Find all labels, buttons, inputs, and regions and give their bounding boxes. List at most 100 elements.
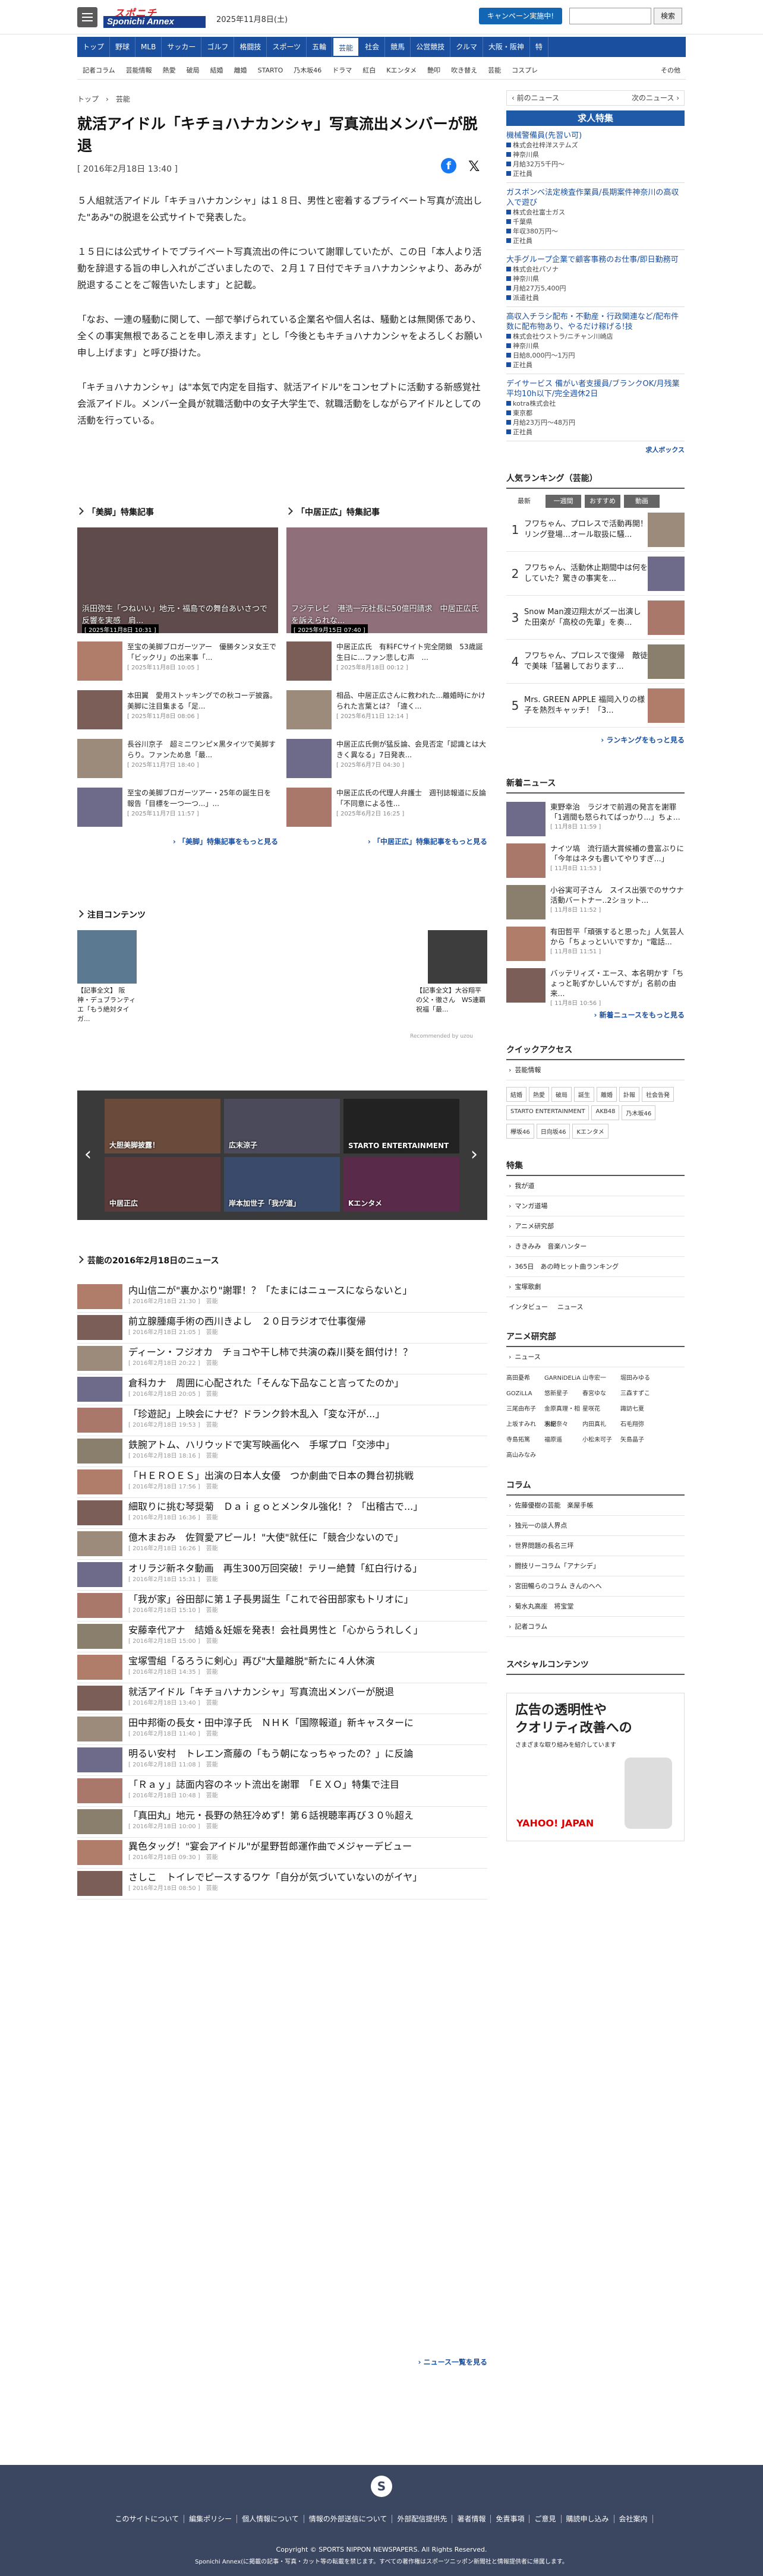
job-item[interactable]: デイサービス 備がい者支援員/ブランクOK/月残業平均10h以下/完全週休2日 k… <box>506 374 685 441</box>
daynews-item[interactable]: 前立腺腫瘍手術の西川きよし ２０日ラジオで仕事復帰 [ 2016年2月18日 21… <box>77 1313 487 1344</box>
footer-link[interactable]: 免責事項 <box>491 2515 530 2523</box>
banner-tile[interactable]: Kエンタメ <box>343 1157 459 1212</box>
snav-item[interactable]: 記者コラム <box>77 62 121 79</box>
ranking-tab[interactable]: 最新 <box>506 495 542 508</box>
ranking-item[interactable]: 3 Snow Man渡辺翔太がズー出演した田楽が「高校の先輩」を奏... <box>506 596 685 640</box>
snav-item[interactable]: 乃木坂46 <box>288 62 327 79</box>
anime-name[interactable]: 諏訪七夏 <box>620 1402 658 1417</box>
newnews-item[interactable]: 東野幸治 ラジオで前週の発言を謝罪「1週間も怒られてばっかり...」ちょ... [… <box>506 798 685 840</box>
daynews-item[interactable]: 就活アイドル「キチョハナカンシャ」写真流出メンバーが脱退 [ 2016年2月18日… <box>77 1683 487 1714</box>
search-input[interactable] <box>569 8 651 24</box>
x-share-icon[interactable]: 𝕏 <box>468 158 480 175</box>
footer-link[interactable]: このサイトについて <box>110 2515 185 2523</box>
featB-more-link[interactable]: › 「中居正広」特集記事をもっと見る <box>286 836 487 846</box>
anime-name[interactable]: 上坂すみれ <box>506 1417 544 1433</box>
anime-name[interactable]: 悠新星子 <box>544 1386 582 1402</box>
special-item[interactable]: 365日 あの時ヒット曲ランキング <box>506 1257 685 1277</box>
newnews-item[interactable]: 小谷実可子さん スイス出張でのサウナ活動バートナー..2ショット... [ 11月… <box>506 881 685 923</box>
daynews-item[interactable]: 「珍遊記」上映会にナゼ？ドランク鈴木乱入「変な汗が...」 [ 2016年2月18… <box>77 1405 487 1436</box>
banner-tile[interactable]: STARTO ENTERTAINMENT <box>343 1099 459 1153</box>
special-item[interactable]: ききみみ 音楽ハンター <box>506 1237 685 1257</box>
daynews-item[interactable]: 「我が家」谷田部に第１子長男誕生「これで谷田部家もトリオに」 [ 2016年2月1… <box>77 1591 487 1622</box>
snav-item[interactable]: STARTO <box>253 62 289 79</box>
anime-name[interactable]: 小松未可子 <box>582 1433 620 1448</box>
quickaccess-tag[interactable]: 乃木坂46 <box>622 1105 656 1120</box>
anime-name[interactable]: 春宮ゆな <box>582 1386 620 1402</box>
special-item[interactable]: アニメ研究部 <box>506 1216 685 1237</box>
anime-news[interactable]: ニュース <box>506 1347 685 1367</box>
featB-item[interactable]: 相品、中居正広さんに救われた...離婚時にかけられた言葉とは？「違く... [ 2… <box>286 690 487 731</box>
daynews-item[interactable]: 明るい安村 トレエン斎藤の「もう朝になっちゃったの？」に反論 [ 2016年2月1… <box>77 1745 487 1776</box>
daynews-item[interactable]: 細取りに挑む琴奨菊 Ｄａｉｇｏとメンタル強化！？「出稽古で...」 [ 2016年… <box>77 1498 487 1529</box>
featB-item[interactable]: 中居正広氏の代理人弁護士 週刊誌報道に反論「不同意による性... [ 2025年6… <box>286 788 487 828</box>
anime-name[interactable]: 堀田みゆる <box>620 1371 658 1386</box>
daynews-item[interactable]: 「ＨＥＲＯＥＳ」出演の日本人女優 つか劇曲で日本の舞台初挑戦 [ 2016年2月1… <box>77 1467 487 1498</box>
snav-item[interactable]: 熱愛 <box>157 62 181 79</box>
snav-item[interactable]: 芸能 <box>483 62 506 79</box>
anime-name[interactable]: 石毛翔弥 <box>620 1417 658 1433</box>
daynews-item[interactable]: 億木まおみ 佐賀愛アピール！"大使"就任に「競合少ないので」 [ 2016年2月1… <box>77 1529 487 1560</box>
gnav-item[interactable]: 特 <box>530 37 548 57</box>
snav-item[interactable]: 吹き替え <box>446 62 483 79</box>
attention-right[interactable]: 【記事全文】大谷翔平の父・徹さん WS連覇祝福「最... <box>410 930 487 1014</box>
quickaccess-tag[interactable]: Kエンタメ <box>572 1124 608 1139</box>
daynews-item[interactable]: 宝塚雪組「るろうに剣心」再び"大量離脱"新たに４人休演 [ 2016年2月18日 … <box>77 1652 487 1683</box>
ranking-item[interactable]: 5 Mrs. GREEN APPLE 福岡入りの様子を熱烈キャッチ！「3... <box>506 684 685 728</box>
featB-item[interactable]: 中居正広氏側が猛反論、会見否定「認識とは大きく異なる」7日発表... [ 2025… <box>286 739 487 779</box>
daynews-item[interactable]: 「Ｒａｙ」誌面内容のネット流出を謝罪 「ＥＸＯ」特集で注目 [ 2016年2月18… <box>77 1776 487 1807</box>
snav-item[interactable]: 紅白 <box>357 62 381 79</box>
ranking-more-link[interactable]: › ランキングをもっと見る <box>506 735 685 745</box>
banner-prev-icon[interactable]: ‹ <box>84 1144 92 1165</box>
gnav-item[interactable]: 大阪・阪神 <box>483 37 530 57</box>
quickaccess-geinou[interactable]: 芸能情報 <box>506 1060 685 1080</box>
daynews-item[interactable]: 異色タッグ！"宴会アイドル"が星野哲郎運作曲でメジャーデビュー [ 2016年2月… <box>77 1838 487 1869</box>
daynews-item[interactable]: 内山信二が"裏かぶり"謝罪！？「たまにはニュースにならないと」 [ 2016年2月… <box>77 1282 487 1313</box>
anime-name[interactable]: 寺島拓篤 <box>506 1433 544 1448</box>
quickaccess-tag[interactable]: 誕生 <box>574 1087 594 1102</box>
gnav-item[interactable]: 五輪 <box>307 37 333 57</box>
prev-news-link[interactable]: ‹ 前のニュース <box>512 91 559 105</box>
featA-item[interactable]: 至宝の美脚ブロガーツアー・25年の誕生日を報告「目標を一つ一つ...」... [ … <box>77 788 278 828</box>
special-item[interactable]: マンガ道場 <box>506 1196 685 1216</box>
next-news-link[interactable]: 次のニュース › <box>632 91 679 105</box>
anime-name[interactable]: 水樹奈々 <box>544 1417 582 1433</box>
footer-link[interactable]: 購読申し込み <box>561 2515 614 2523</box>
gnav-item[interactable]: クルマ <box>450 37 483 57</box>
snav-more[interactable]: その他 <box>655 62 686 79</box>
column-item[interactable]: 独元一の談人界点 <box>506 1516 685 1536</box>
special-item[interactable]: 我が道 <box>506 1176 685 1196</box>
daynews-item[interactable]: オリラジ新ネタ動画 再生300万回突破！テリー絶賛「紅白行ける」 [ 2016年2… <box>77 1560 487 1591</box>
gnav-item[interactable]: サッカー <box>162 37 202 57</box>
featA-item[interactable]: 至宝の美脚ブロガーツアー 優勝タンヌ女王で「ビックリ」の出来事「... [ 202… <box>77 641 278 682</box>
special-link[interactable]: インタビュー <box>509 1302 548 1311</box>
newnews-more-link[interactable]: › 新着ニュースをもっと見る <box>506 1010 685 1020</box>
newnews-item[interactable]: バッテリィズ・エース、本名明かす「ちょっと恥ずかしいんですが」名前の由来... [… <box>506 965 685 1007</box>
snav-item[interactable]: コスプレ <box>506 62 543 79</box>
anime-name[interactable]: 三森すずこ <box>620 1386 658 1402</box>
ranking-item[interactable]: 1 フワちゃん、プロレスで活動再開！リング登場…オール取扱に騒... <box>506 508 685 552</box>
ranking-item[interactable]: 4 フワちゃん、プロレスで復帰 敵徒で美味「猛暑しております... <box>506 640 685 684</box>
special-item[interactable]: 宝塚歌劇 <box>506 1277 685 1297</box>
snav-item[interactable]: 結婚 <box>205 62 229 79</box>
quickaccess-tag[interactable]: 社会告発 <box>642 1087 674 1102</box>
anime-name[interactable]: 高山みなみ <box>506 1448 544 1464</box>
gnav-item[interactable]: 格闘技 <box>234 37 267 57</box>
anime-name[interactable]: 山寺宏一 <box>582 1371 620 1386</box>
column-item[interactable]: 世界問題の長名三坪 <box>506 1536 685 1556</box>
ranking-item[interactable]: 2 フワちゃん、活動休止期間中は何をしていた？驚きの事実を... <box>506 552 685 596</box>
breadcrumb-top[interactable]: トップ <box>77 95 99 103</box>
snav-item[interactable]: 艶叩 <box>422 62 446 79</box>
ranking-tab[interactable]: 一週間 <box>546 495 581 508</box>
footer-logo[interactable]: S <box>371 2476 392 2497</box>
gnav-item[interactable]: MLB <box>135 37 162 57</box>
banner-tile[interactable]: 中居正広 <box>105 1157 220 1212</box>
snav-item[interactable]: 離婚 <box>229 62 253 79</box>
banner-tile[interactable]: 広末涼子 <box>224 1099 340 1153</box>
column-item[interactable]: 宮田暢らのコラム きんのへへ <box>506 1576 685 1597</box>
anime-name[interactable]: 矢島晶子 <box>620 1433 658 1448</box>
footer-link[interactable]: 編集ポリシー <box>184 2515 238 2523</box>
snav-item[interactable]: 破局 <box>181 62 205 79</box>
snav-item[interactable]: Kエンタメ <box>381 62 422 79</box>
ad-banner[interactable]: 広告の透明性や クオリティ改善への さまざまな取り組みを紹介しています YAHO… <box>506 1693 685 1841</box>
search-button[interactable]: 検索 <box>654 8 682 24</box>
